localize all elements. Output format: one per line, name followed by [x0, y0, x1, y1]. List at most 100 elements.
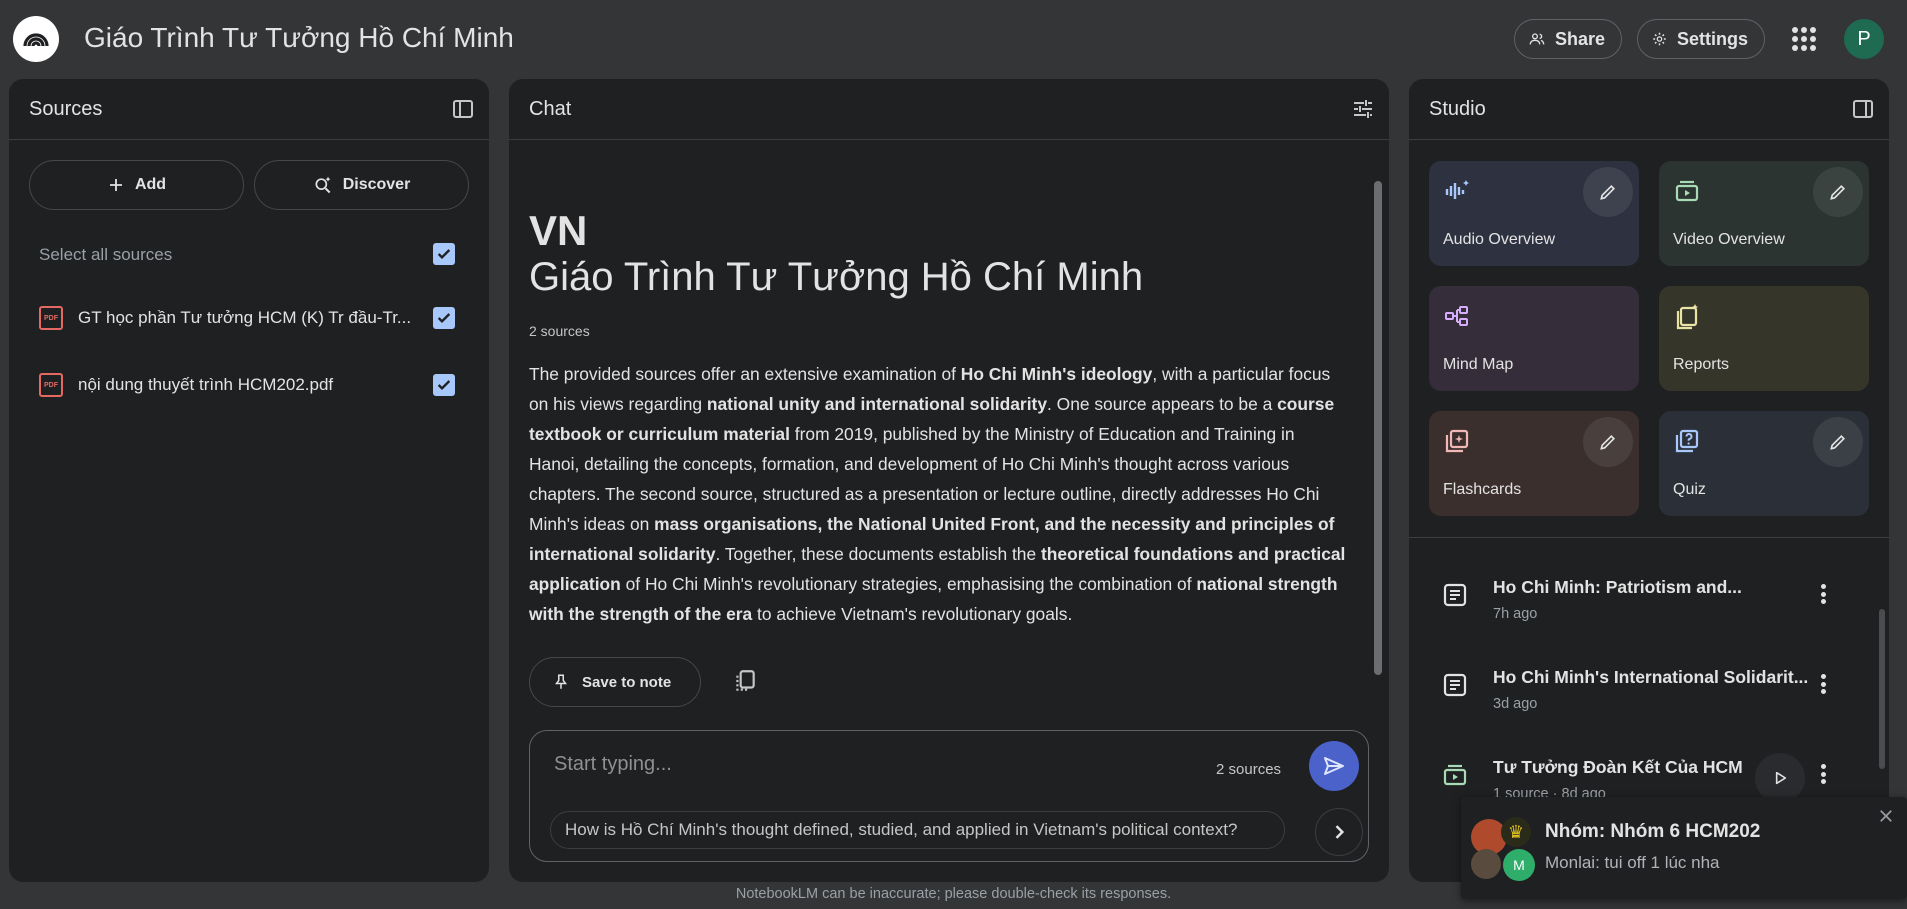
pin-icon — [555, 674, 567, 689]
settings-button[interactable]: Settings — [1637, 19, 1765, 59]
share-button[interactable]: Share — [1514, 19, 1622, 59]
source-checkbox[interactable] — [433, 374, 455, 396]
group-avatar — [1471, 849, 1501, 879]
quiz-icon — [1675, 429, 1699, 453]
copy-icon[interactable] — [732, 668, 758, 694]
pencil-icon — [1830, 434, 1846, 450]
video-overview-tile[interactable]: Video Overview — [1659, 161, 1869, 266]
sender-avatar: M — [1503, 849, 1535, 881]
more-options-icon[interactable] — [1820, 581, 1826, 607]
notebook-emoji: VN — [529, 207, 588, 254]
send-button[interactable] — [1309, 741, 1359, 791]
audio-overview-tile[interactable]: Audio Overview — [1429, 161, 1639, 266]
user-avatar[interactable]: P — [1844, 19, 1884, 59]
reports-icon — [1676, 304, 1698, 330]
send-icon — [1324, 757, 1344, 775]
source-item[interactable]: PDF nội dung thuyết trình HCM202.pdf — [39, 365, 469, 405]
pencil-icon — [1600, 184, 1616, 200]
studio-panel: Studio Audio Overview Video Overview Min… — [1409, 79, 1889, 882]
note-icon — [1443, 673, 1467, 697]
notebook-heading: Giáo Trình Tư Tưởng Hồ Chí Minh — [529, 255, 1144, 299]
chat-panel: Chat VN Giáo Trình Tư Tưởng Hồ Chí Minh … — [509, 79, 1389, 882]
summary-text: to achieve Vietnam's revolutionary goals… — [752, 604, 1073, 624]
pencil-icon — [1830, 184, 1846, 200]
summary-text: . One source appears to be a — [1047, 394, 1278, 414]
discover-label: Discover — [342, 176, 411, 193]
studio-scrollbar[interactable] — [1879, 609, 1885, 769]
discover-sources-button[interactable]: Discover — [254, 160, 469, 210]
chat-input[interactable] — [554, 749, 1154, 779]
chat-scrollbar[interactable] — [1374, 181, 1382, 675]
chat-notification[interactable]: ♛ M Nhóm: Nhóm 6 HCM202 Monlai: tui off … — [1461, 797, 1907, 899]
close-icon[interactable] — [1877, 807, 1895, 825]
check-icon — [437, 313, 451, 323]
flashcards-tile[interactable]: Flashcards — [1429, 411, 1639, 516]
sources-panel: Sources Add Discover Select all sources … — [9, 79, 489, 882]
mind-map-tile[interactable]: Mind Map — [1429, 286, 1639, 391]
summary-text: of Ho Chi Minh's revolutionary strategie… — [620, 574, 1197, 594]
trophy-icon: ♛ — [1501, 817, 1531, 847]
note-title: Ho Chi Minh: Patriotism and... — [1493, 577, 1742, 597]
note-item[interactable]: Ho Chi Minh's International Solidarit...… — [1429, 659, 1869, 729]
edit-flashcards-button[interactable] — [1583, 417, 1633, 467]
notebooklm-logo-icon[interactable] — [13, 16, 59, 62]
summary-text: . Together, these documents establish th… — [715, 544, 1041, 564]
more-options-icon[interactable] — [1820, 671, 1826, 697]
edit-audio-button[interactable] — [1583, 167, 1633, 217]
check-icon — [437, 249, 451, 259]
summary-highlight: national unity and international solidar… — [706, 394, 1047, 414]
source-count: 2 sources — [529, 323, 590, 339]
people-icon — [1529, 33, 1545, 45]
gear-icon — [1653, 32, 1666, 46]
mind-map-icon — [1445, 306, 1468, 326]
studio-divider — [1409, 537, 1889, 538]
reports-tile[interactable]: Reports — [1659, 286, 1869, 391]
sources-header: Sources — [9, 79, 489, 140]
select-all-checkbox[interactable] — [433, 243, 455, 265]
notification-message: Monlai: tui off 1 lúc nha — [1545, 853, 1720, 872]
share-label: Share — [1554, 28, 1605, 49]
settings-label: Settings — [1676, 28, 1748, 49]
summary-text: The provided sources offer an extensive … — [529, 364, 961, 384]
note-meta: 7h ago — [1493, 606, 1538, 622]
pdf-icon: PDF — [39, 306, 63, 330]
suggested-question[interactable]: How is Hồ Chí Minh's thought defined, st… — [550, 811, 1285, 849]
notebook-summary: The provided sources offer an extensive … — [529, 359, 1349, 629]
add-source-button[interactable]: Add — [29, 160, 244, 210]
search-sparkle-icon — [315, 176, 331, 194]
notebook-title[interactable]: Giáo Trình Tư Tưởng Hồ Chí Minh — [84, 22, 514, 54]
source-item[interactable]: PDF GT học phần Tư tưởng HCM (K) Tr đầu-… — [39, 298, 469, 338]
audio-overview-label: Audio Overview — [1443, 231, 1556, 248]
notification-title: Nhóm: Nhóm 6 HCM202 — [1545, 821, 1761, 842]
pencil-icon — [1600, 434, 1616, 450]
sources-title: Sources — [29, 97, 103, 120]
save-to-note-button[interactable]: Save to note — [529, 657, 701, 707]
source-name: nội dung thuyết trình HCM202.pdf — [78, 375, 334, 394]
more-options-icon[interactable] — [1820, 761, 1826, 787]
edit-quiz-button[interactable] — [1813, 417, 1863, 467]
studio-header: Studio — [1409, 79, 1889, 140]
next-suggestion-button[interactable] — [1315, 808, 1363, 856]
edit-video-button[interactable] — [1813, 167, 1863, 217]
source-name: GT học phần Tư tưởng HCM (K) Tr đầu-Tr..… — [78, 308, 412, 327]
mind-map-label: Mind Map — [1443, 356, 1514, 373]
source-checkbox[interactable] — [433, 307, 455, 329]
audio-waveform-icon — [1445, 180, 1469, 199]
collapse-panel-icon[interactable] — [1851, 97, 1875, 121]
note-meta: 3d ago — [1493, 696, 1538, 712]
note-item[interactable]: Ho Chi Minh: Patriotism and... 7h ago — [1429, 569, 1869, 639]
top-header: Giáo Trình Tư Tưởng Hồ Chí Minh Share Se… — [0, 0, 1907, 78]
summary-highlight: Ho Chi Minh's ideology — [960, 364, 1153, 384]
flashcards-icon — [1445, 429, 1469, 453]
flashcards-label: Flashcards — [1443, 481, 1522, 498]
collapse-panel-icon[interactable] — [451, 97, 475, 121]
studio-title: Studio — [1429, 97, 1486, 120]
play-button[interactable] — [1755, 753, 1805, 803]
quiz-tile[interactable]: Quiz — [1659, 411, 1869, 516]
apps-grid-icon[interactable] — [1792, 27, 1816, 51]
tune-icon[interactable] — [1351, 97, 1375, 121]
note-title: Ho Chi Minh's International Solidarit... — [1493, 667, 1809, 687]
video-icon — [1443, 764, 1467, 786]
input-source-count: 2 sources — [1216, 761, 1282, 778]
plus-icon — [109, 179, 122, 191]
